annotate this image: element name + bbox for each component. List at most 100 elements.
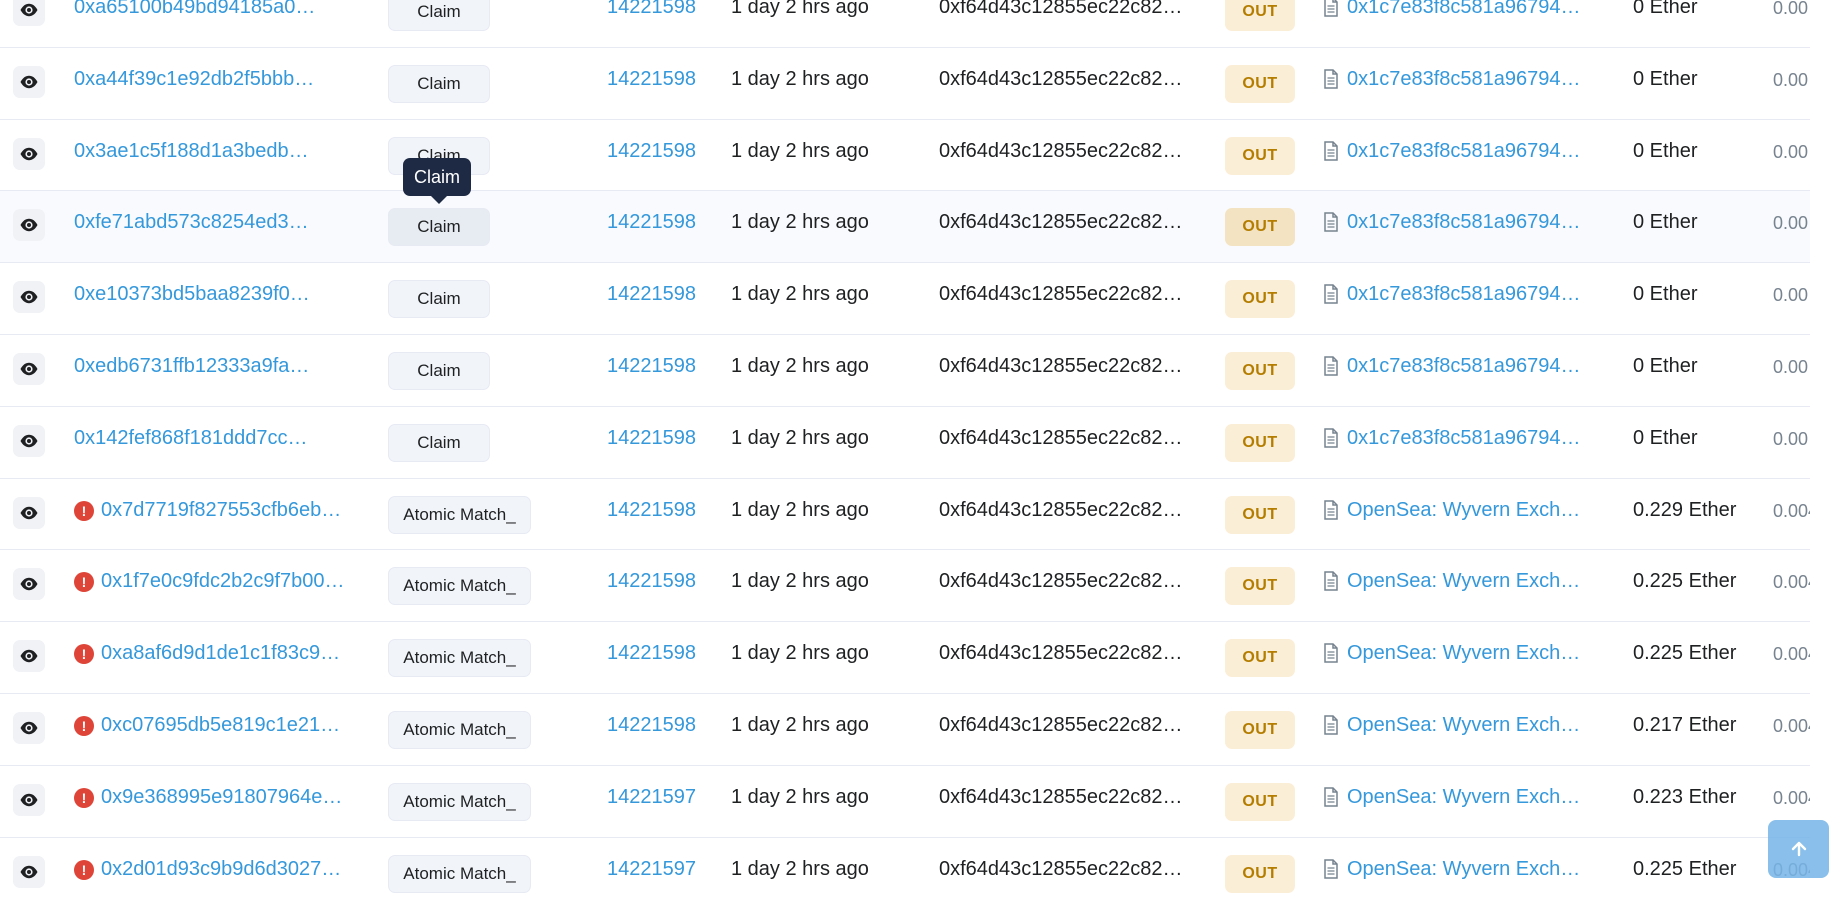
to-address-link[interactable]: 0x1c7e83f8c581a96794… (1347, 140, 1581, 163)
contract-file-icon (1324, 69, 1338, 89)
from-address: 0xf64d43c12855ec22c82… (939, 0, 1183, 18)
block-link[interactable]: 14221598 (607, 499, 696, 522)
txn-fee-text: 0.00 (1773, 356, 1809, 377)
txn-hash-link[interactable]: 0xa65100b49bd94185a0… (74, 0, 315, 19)
from-address: 0xf64d43c12855ec22c82… (939, 67, 1183, 90)
to-address-link[interactable]: 0x1c7e83f8c581a96794… (1347, 0, 1581, 19)
txn-fee-text: 0.00 (1773, 213, 1809, 234)
age-text: 1 day 2 hrs ago (731, 570, 869, 593)
age-text: 1 day 2 hrs ago (731, 857, 869, 880)
eye-icon (20, 147, 38, 160)
table-row: ! 0x9e368995e91807964e… Atomic Match_ 14… (0, 766, 1810, 838)
value-text: 0.229 Ether (1633, 498, 1737, 521)
to-address-link[interactable]: 0x1c7e83f8c581a96794… (1347, 211, 1581, 234)
block-link[interactable]: 14221597 (607, 858, 696, 881)
arrow-up-icon (1791, 841, 1806, 857)
view-details-button[interactable] (13, 711, 45, 744)
error-icon: ! (74, 644, 94, 665)
scroll-to-top-button[interactable] (1768, 820, 1829, 878)
block-link[interactable]: 14221598 (607, 570, 696, 593)
view-details-button[interactable] (13, 783, 45, 816)
txn-hash-link[interactable]: 0x1f7e0c9fdc2b2c9f7b00… (101, 570, 345, 593)
to-address-link[interactable]: OpenSea: Wyvern Exch… (1347, 642, 1580, 665)
block-link[interactable]: 14221598 (607, 68, 696, 91)
value-text: 0 Ether (1633, 426, 1698, 449)
view-details-button[interactable] (13, 855, 45, 888)
view-details-button[interactable] (13, 0, 45, 26)
value-text: 0 Ether (1633, 67, 1698, 90)
view-details-button[interactable] (13, 568, 45, 601)
contract-file-icon (1324, 643, 1338, 663)
to-address-link[interactable]: 0x1c7e83f8c581a96794… (1347, 68, 1581, 91)
from-address: 0xf64d43c12855ec22c82… (939, 570, 1183, 593)
block-link[interactable]: 14221598 (607, 211, 696, 234)
to-address-link[interactable]: OpenSea: Wyvern Exch… (1347, 570, 1580, 593)
txn-fee-text: 0.00 (1773, 285, 1809, 306)
value-text: 0 Ether (1633, 139, 1698, 162)
contract-file-icon (1324, 787, 1338, 807)
direction-badge: OUT (1225, 495, 1295, 534)
to-address-link[interactable]: 0x1c7e83f8c581a96794… (1347, 355, 1581, 378)
to-address-link[interactable]: OpenSea: Wyvern Exch… (1347, 858, 1580, 881)
age-text: 1 day 2 hrs ago (731, 283, 869, 306)
eye-icon (20, 506, 38, 519)
method-badge: Claim (388, 64, 490, 103)
error-icon: ! (74, 572, 94, 593)
table-row: 0xa44f39c1e92db2f5bbb… Claim 14221598 1 … (0, 48, 1810, 120)
txn-hash-link[interactable]: 0x142fef868f181ddd7cc… (74, 427, 308, 450)
txn-hash-link[interactable]: 0xa44f39c1e92db2f5bbb… (74, 68, 314, 91)
block-link[interactable]: 14221597 (607, 786, 696, 809)
contract-file-icon (1324, 715, 1338, 735)
txn-fee-text: 0.00 (1773, 428, 1809, 449)
method-badge: Claim (388, 208, 490, 247)
txn-hash-link[interactable]: 0x7d7719f827553cfb6eb… (101, 499, 341, 522)
direction-badge: OUT (1225, 136, 1295, 175)
view-details-button[interactable] (13, 352, 45, 385)
to-address-link[interactable]: OpenSea: Wyvern Exch… (1347, 499, 1580, 522)
block-link[interactable]: 14221598 (607, 0, 696, 19)
to-address-link[interactable]: OpenSea: Wyvern Exch… (1347, 786, 1580, 809)
txn-hash-link[interactable]: 0xfe71abd573c8254ed3… (74, 211, 309, 234)
view-details-button[interactable] (13, 209, 45, 242)
to-address-link[interactable]: 0x1c7e83f8c581a96794… (1347, 283, 1581, 306)
txn-hash-link[interactable]: 0xc07695db5e819c1e21… (101, 714, 340, 737)
method-badge: Atomic Match_ (388, 495, 531, 534)
view-details-button[interactable] (13, 496, 45, 529)
eye-icon (20, 721, 38, 735)
txn-hash-link[interactable]: 0x3ae1c5f188d1a3bedb… (74, 140, 309, 163)
txn-fee-text: 0.004 (1773, 644, 1810, 665)
block-link[interactable]: 14221598 (607, 642, 696, 665)
txn-hash-link[interactable]: 0xe10373bd5baa8239f0… (74, 283, 310, 306)
block-link[interactable]: 14221598 (607, 427, 696, 450)
contract-file-icon (1324, 212, 1338, 233)
direction-badge: OUT (1225, 64, 1295, 103)
view-details-button[interactable] (13, 65, 45, 98)
txn-hash-link[interactable]: 0xedb6731ffb12333a9fa… (74, 355, 309, 378)
block-link[interactable]: 14221598 (607, 355, 696, 378)
from-address: 0xf64d43c12855ec22c82… (939, 139, 1183, 162)
value-text: 0.225 Ether (1633, 642, 1737, 665)
view-details-button[interactable] (13, 281, 45, 314)
txn-hash-link[interactable]: 0x2d01d93c9b9d6d3027… (101, 858, 341, 881)
direction-badge: OUT (1225, 854, 1295, 893)
txn-hash-link[interactable]: 0xa8af6d9d1de1c1f83c9… (101, 642, 340, 665)
table-row: ! 0x7d7719f827553cfb6eb… Atomic Match_ 1… (0, 479, 1810, 551)
to-address-link[interactable]: OpenSea: Wyvern Exch… (1347, 714, 1580, 737)
block-link[interactable]: 14221598 (607, 283, 696, 306)
view-details-button[interactable] (13, 640, 45, 673)
method-badge: Atomic Match_ (388, 710, 531, 749)
direction-badge: OUT (1225, 782, 1295, 821)
value-text: 0 Ether (1633, 0, 1698, 18)
age-text: 1 day 2 hrs ago (731, 139, 869, 162)
tooltip-text: Claim (414, 166, 461, 187)
table-row: 0x142fef868f181ddd7cc… Claim 14221598 1 … (0, 407, 1810, 479)
txn-hash-link[interactable]: 0x9e368995e91807964e… (101, 786, 342, 809)
to-address-link[interactable]: 0x1c7e83f8c581a96794… (1347, 427, 1581, 450)
eye-icon (20, 649, 38, 663)
method-badge: Atomic Match_ (388, 782, 531, 821)
age-text: 1 day 2 hrs ago (731, 426, 869, 449)
block-link[interactable]: 14221598 (607, 140, 696, 163)
view-details-button[interactable] (13, 137, 45, 170)
view-details-button[interactable] (13, 424, 45, 457)
block-link[interactable]: 14221598 (607, 714, 696, 737)
